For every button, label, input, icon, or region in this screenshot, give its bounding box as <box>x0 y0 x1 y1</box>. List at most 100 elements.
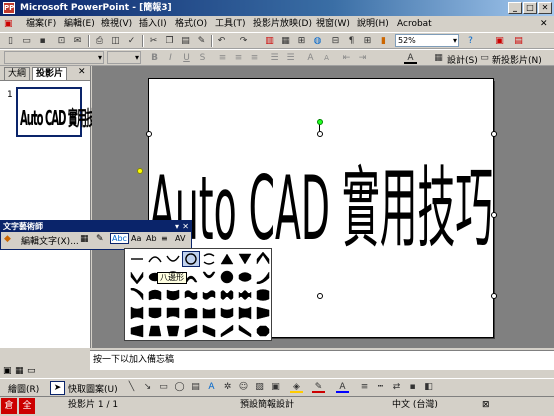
grid-icon[interactable]: ⊞ <box>361 35 374 47</box>
bullets-icon[interactable]: ☰ <box>284 52 297 64</box>
resize-handle[interactable] <box>491 293 497 299</box>
rotate-handle[interactable] <box>317 119 323 125</box>
wordart-shape-slant-up[interactable] <box>183 324 199 338</box>
menu-window[interactable]: 視窗(W) <box>316 18 350 30</box>
wordart-shape-can-up[interactable] <box>147 288 163 302</box>
3d-style-icon[interactable]: ◧ <box>422 381 435 393</box>
insert-wordart-icon[interactable]: ⊞ <box>295 35 308 47</box>
wordart-shape-circle[interactable] <box>182 251 200 267</box>
line-icon[interactable]: ╲ <box>125 381 138 393</box>
tab-outline[interactable]: 大綱 <box>4 67 31 80</box>
slideshow-view-icon[interactable]: ▭ <box>27 366 36 376</box>
oval-icon[interactable]: ◯ <box>173 381 186 393</box>
increase-indent-icon[interactable]: ⇥ <box>356 52 369 64</box>
dash-style-icon[interactable]: ┅ <box>374 381 387 393</box>
cut-icon[interactable]: ✂ <box>147 35 160 47</box>
email-icon[interactable]: ✉ <box>71 35 84 47</box>
doc-menu-icon[interactable]: ▣ <box>4 18 13 30</box>
textbox-icon[interactable]: ▤ <box>189 381 202 393</box>
zoom-select[interactable]: 52% ▾ <box>395 34 459 47</box>
help-icon[interactable]: ? <box>464 35 477 47</box>
autoshapes-menu-button[interactable]: 快取圖案(U) <box>68 382 118 395</box>
format-wordart-icon[interactable]: ✎ <box>96 234 104 244</box>
wordart-shape-fade-up[interactable] <box>147 324 163 338</box>
arrow-icon[interactable]: ↘ <box>141 381 154 393</box>
fullwidth-icon[interactable]: 全 <box>19 398 35 414</box>
font-select[interactable]: ▾ <box>4 51 104 64</box>
sorter-view-icon[interactable]: ▦ <box>15 366 24 376</box>
wordart-shape-double-wave2[interactable] <box>237 288 253 302</box>
wordart-shape-inflate-bottom[interactable] <box>147 306 163 320</box>
line-color-icon[interactable]: ✎ <box>312 381 325 393</box>
design-button[interactable]: 設計(S) <box>447 53 478 66</box>
numbering-icon[interactable]: ☰ <box>268 52 281 64</box>
menu-view[interactable]: 檢視(V) <box>101 18 132 30</box>
wordart-shape-button-pour[interactable] <box>237 270 253 284</box>
wordart-shape-curve-up[interactable] <box>255 270 271 284</box>
underline-icon[interactable]: U <box>180 52 193 64</box>
open-icon[interactable]: ▭ <box>20 35 33 47</box>
font-color-icon[interactable]: A <box>404 52 417 64</box>
wordart-shape-fade-down[interactable] <box>165 324 181 338</box>
insert-chart-icon[interactable]: ▥ <box>263 35 276 47</box>
wordart-shape-plain-text[interactable] <box>129 252 145 266</box>
extra-icon[interactable]: ▣ <box>269 381 282 393</box>
bold-icon[interactable]: B <box>148 52 161 64</box>
wordart-shape-fade-left[interactable] <box>129 324 145 338</box>
wordart-shape-arch-up[interactable] <box>147 252 163 266</box>
edit-text-button[interactable]: 編輯文字(X)... <box>21 234 79 247</box>
insert-table-icon[interactable]: ▦ <box>279 35 292 47</box>
design-icon[interactable]: ▦ <box>432 52 445 64</box>
adjust-handle[interactable] <box>137 168 143 174</box>
copy-icon[interactable]: ❐ <box>163 35 176 47</box>
wordart-shape-deflate[interactable] <box>129 306 145 320</box>
menu-help[interactable]: 說明(H) <box>357 18 389 30</box>
undo-icon[interactable]: ↶ <box>215 35 228 47</box>
decrease-indent-icon[interactable]: ⇤ <box>340 52 353 64</box>
wordart-shape-triangle-up[interactable] <box>219 252 235 266</box>
new-slide-button[interactable]: 新投影片(N) <box>492 53 542 66</box>
wordart-shape-deflate-inflate[interactable] <box>219 306 235 320</box>
diagram-icon[interactable]: ✲ <box>221 381 234 393</box>
expand-icon[interactable]: ⊟ <box>329 35 342 47</box>
wordart-shape-triangle-down[interactable] <box>237 252 253 266</box>
menu-tools[interactable]: 工具(T) <box>215 18 246 30</box>
close-button[interactable]: ✕ <box>538 2 552 14</box>
resize-handle[interactable] <box>491 131 497 137</box>
notes-pane[interactable]: 按一下以加入備忘稿 <box>90 350 554 370</box>
wordart-shape-cascade-up[interactable] <box>219 324 235 338</box>
toolbar-close-icon[interactable]: ✕ <box>182 221 189 232</box>
print-icon[interactable]: ⎙ <box>93 35 106 47</box>
fill-color-icon[interactable]: ◈ <box>290 381 303 393</box>
insert-wordart-icon[interactable]: ◆ <box>4 234 11 244</box>
wordart-gallery-icon[interactable]: ▦ <box>80 234 89 244</box>
resize-handle[interactable] <box>146 131 152 137</box>
wordart-shape-icon[interactable]: Abc <box>110 233 129 244</box>
font-size-select[interactable]: ▾ <box>107 51 141 64</box>
tab-slides[interactable]: 投影片 <box>32 67 68 80</box>
redo-icon[interactable]: ↷ <box>237 35 250 47</box>
wordart-shape-arch-down[interactable] <box>165 252 181 266</box>
wordart-shape-octagon[interactable] <box>255 324 271 338</box>
format-painter-icon[interactable]: ✎ <box>195 35 208 47</box>
new-icon[interactable]: ▯ <box>4 35 17 47</box>
save-icon[interactable]: ▪ <box>36 35 49 47</box>
wordart-shape-inflate[interactable] <box>255 288 271 302</box>
char-spacing-icon[interactable]: AV <box>175 234 185 243</box>
wordart-shape-inflate-top[interactable] <box>183 306 199 320</box>
select-objects-icon[interactable]: ➤ <box>50 381 65 395</box>
shadow-icon[interactable]: S <box>196 52 209 64</box>
minimize-button[interactable]: _ <box>508 2 522 14</box>
wordart-shape-slant-down[interactable] <box>201 324 217 338</box>
wordart-shape-fade-right[interactable] <box>255 306 271 320</box>
picture-icon[interactable]: ▨ <box>253 381 266 393</box>
increase-font-icon[interactable]: A <box>304 52 317 64</box>
align-center-icon[interactable]: ≡ <box>232 52 245 64</box>
paste-icon[interactable]: ▤ <box>179 35 192 47</box>
wordart-shape-can-down[interactable] <box>165 288 181 302</box>
resize-handle[interactable] <box>491 212 497 218</box>
color-grayscale-icon[interactable]: ▮ <box>377 35 390 47</box>
menu-slideshow[interactable]: 投影片放映(D) <box>253 18 312 30</box>
alignment-icon[interactable]: ≡ <box>161 234 168 243</box>
doc-close-icon[interactable]: ✕ <box>540 18 548 30</box>
